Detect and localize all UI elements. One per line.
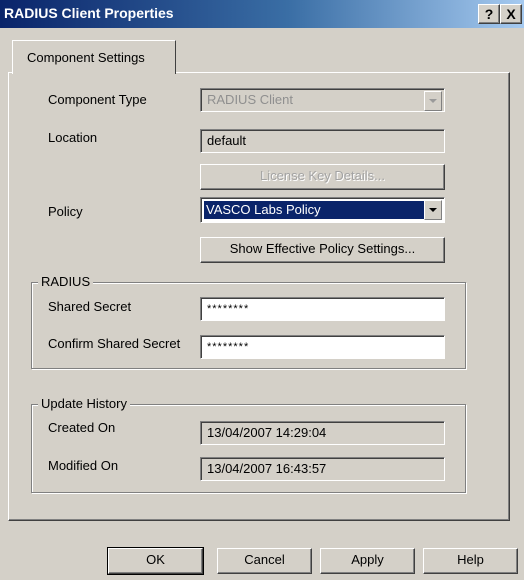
- close-button[interactable]: X: [500, 4, 522, 24]
- created-on-field: 13/04/2007 14:29:04: [200, 421, 445, 445]
- chevron-down-icon: [424, 91, 442, 111]
- modified-on-label: Modified On: [48, 458, 119, 473]
- confirm-shared-secret-value: ********: [207, 341, 250, 353]
- policy-value: VASCO Labs Policy: [204, 201, 426, 219]
- chevron-down-icon[interactable]: [424, 200, 442, 220]
- created-on-label: Created On: [48, 420, 116, 435]
- confirm-shared-secret-label: Confirm Shared Secret: [48, 336, 181, 351]
- tab-component-settings[interactable]: Component Settings: [12, 40, 176, 74]
- license-key-details-button: License Key Details...: [200, 164, 445, 190]
- title-bar: RADIUS Client Properties ? X: [0, 0, 524, 28]
- apply-button[interactable]: Apply: [320, 548, 415, 574]
- shared-secret-input[interactable]: ********: [200, 297, 445, 321]
- component-type-label: Component Type: [48, 92, 147, 107]
- help-button[interactable]: Help: [423, 548, 518, 574]
- component-type-value: RADIUS Client: [207, 92, 293, 107]
- help-title-button[interactable]: ?: [478, 4, 500, 24]
- policy-label: Policy: [48, 204, 83, 219]
- location-field: default: [200, 129, 445, 153]
- show-effective-policy-button[interactable]: Show Effective Policy Settings...: [200, 237, 445, 263]
- modified-on-field: 13/04/2007 16:43:57: [200, 457, 445, 481]
- radius-group-title: RADIUS: [38, 274, 94, 289]
- update-history-title: Update History: [38, 396, 130, 411]
- shared-secret-value: ********: [207, 303, 250, 315]
- ok-button[interactable]: OK: [107, 547, 204, 575]
- component-type-select: RADIUS Client: [200, 88, 445, 112]
- shared-secret-label: Shared Secret: [48, 299, 132, 314]
- cancel-button[interactable]: Cancel: [217, 548, 312, 574]
- confirm-shared-secret-input[interactable]: ********: [200, 335, 445, 359]
- modified-on-value: 13/04/2007 16:43:57: [207, 461, 327, 476]
- tab-label: Component Settings: [27, 50, 145, 65]
- window-title: RADIUS Client Properties: [4, 5, 174, 21]
- policy-select[interactable]: VASCO Labs Policy: [200, 197, 445, 223]
- location-label: Location: [48, 130, 98, 145]
- location-value: default: [207, 133, 247, 148]
- created-on-value: 13/04/2007 14:29:04: [207, 425, 327, 440]
